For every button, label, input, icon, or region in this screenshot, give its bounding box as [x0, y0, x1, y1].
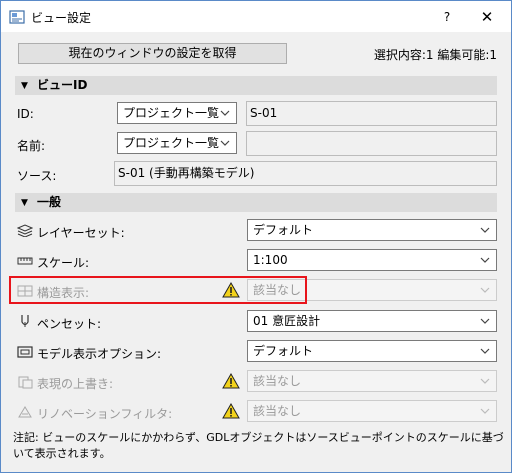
selection-info: 選択内容:1 編集可能:1: [373, 48, 497, 62]
source-label: ソース:: [17, 169, 57, 183]
general-section-title: 一般: [37, 195, 62, 209]
pen-set-dropdown[interactable]: 01 意匠設計: [247, 310, 497, 332]
general-section-header[interactable]: ▼ 一般: [15, 193, 497, 212]
layer-set-icon: [17, 224, 33, 237]
chevron-down-icon: [480, 257, 490, 263]
chevron-down-icon: [220, 140, 230, 146]
name-source-dropdown[interactable]: プロジェクト一覧: [117, 132, 237, 154]
view-settings-dialog: ビュー設定 ? ✕ 現在のウィンドウの設定を取得 選択内容:1 編集可能:1 ▼…: [0, 0, 512, 473]
chevron-down-icon: [480, 348, 490, 354]
warning-icon: [222, 373, 240, 389]
model-display-label: モデル表示オプション:: [37, 347, 162, 361]
collapse-triangle-icon: ▼: [21, 198, 28, 208]
graphic-override-value: 該当なし: [253, 374, 302, 388]
view-settings-icon: [9, 10, 25, 24]
pen-set-value: 01 意匠設計: [253, 314, 321, 328]
view-id-section-title: ビューID: [37, 78, 88, 92]
chevron-down-icon: [480, 227, 490, 233]
title-bar: ビュー設定 ? ✕: [1, 1, 511, 32]
renovation-filter-dropdown[interactable]: 該当なし: [247, 400, 497, 422]
model-display-dropdown[interactable]: デフォルト: [247, 340, 497, 362]
renovation-filter-icon: [18, 406, 32, 418]
pen-set-icon: [21, 315, 29, 327]
chevron-down-icon: [480, 287, 490, 293]
scale-icon: [17, 257, 33, 265]
close-button[interactable]: ✕: [471, 6, 503, 28]
id-source-dropdown[interactable]: プロジェクト一覧: [117, 102, 237, 124]
chevron-down-icon: [480, 318, 490, 324]
scale-note: 注記: ビューのスケールにかかわらず、GDLオブジェクトはソースビューポイントの…: [13, 431, 504, 460]
id-field[interactable]: S-01: [246, 101, 497, 126]
pen-set-label: ペンセット:: [37, 317, 102, 331]
chevron-down-icon: [480, 378, 490, 384]
layer-set-label: レイヤーセット:: [37, 226, 125, 240]
name-field[interactable]: [246, 131, 497, 156]
graphic-override-dropdown[interactable]: 該当なし: [247, 370, 497, 392]
layer-set-value: デフォルト: [253, 223, 314, 237]
name-source-value: プロジェクト一覧: [123, 136, 220, 150]
get-current-window-settings-button[interactable]: 現在のウィンドウの設定を取得: [18, 43, 287, 64]
view-id-section-header[interactable]: ▼ ビューID: [15, 76, 497, 95]
name-label: 名前:: [17, 139, 46, 153]
chevron-down-icon: [220, 110, 230, 116]
scale-value: 1:100: [253, 253, 288, 267]
graphic-override-label: 表現の上書き:: [37, 377, 114, 391]
chevron-down-icon: [480, 408, 490, 414]
collapse-triangle-icon: ▼: [21, 81, 28, 91]
renovation-filter-label: リノベーションフィルタ:: [37, 407, 173, 421]
layer-set-dropdown[interactable]: デフォルト: [247, 219, 497, 241]
model-display-value: デフォルト: [253, 344, 314, 358]
scale-dropdown[interactable]: 1:100: [247, 249, 497, 271]
warning-icon: [222, 403, 240, 419]
id-source-value: プロジェクト一覧: [123, 106, 220, 120]
scale-label: スケール:: [37, 256, 90, 270]
model-display-icon: [17, 346, 33, 358]
source-field: S-01 (手動再構築モデル): [114, 161, 497, 186]
help-button[interactable]: ?: [433, 6, 461, 28]
id-label: ID:: [17, 107, 34, 121]
window-title: ビュー設定: [31, 11, 92, 25]
renovation-filter-value: 該当なし: [253, 404, 302, 418]
graphic-override-icon: [18, 376, 33, 389]
highlight-box: [9, 276, 307, 304]
